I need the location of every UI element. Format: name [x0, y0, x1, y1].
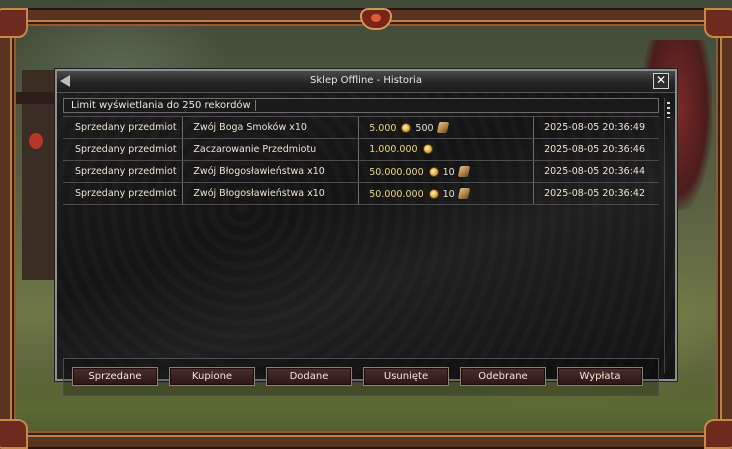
row-date: 2025-08-05 20:36:44 [533, 160, 659, 183]
yang-amount: 50.000.000 [369, 188, 424, 200]
yang-coin-icon [428, 188, 439, 199]
close-icon: ✕ [655, 73, 667, 87]
tab-added-button[interactable]: Dodane [266, 367, 352, 386]
yang-amount: 50.000.000 [369, 166, 424, 178]
yang-amount: 1.000.000 [369, 144, 418, 155]
row-price: 50.000.000 10 [358, 160, 534, 183]
row-type: Sprzedany przedmiot [63, 116, 183, 139]
won-scroll-icon [436, 121, 449, 133]
won-amount: 10 [442, 166, 455, 178]
row-date: 2025-08-05 20:36:46 [533, 138, 659, 161]
yang-coin-icon [401, 122, 412, 133]
history-table: Sprzedany przedmiot Zwój Boga Smoków x10… [63, 116, 659, 205]
table-row[interactable]: Sprzedany przedmiot Zwój Boga Smoków x10… [63, 116, 659, 139]
frame-corner-ornament [0, 8, 28, 38]
won-amount: 10 [442, 188, 455, 200]
limit-label: Limit wyświetlania do 250 rekordów [71, 100, 256, 111]
tab-sold-button[interactable]: Sprzedane [72, 367, 158, 386]
frame-corner-ornament [704, 8, 732, 38]
won-scroll-icon [457, 187, 470, 199]
frame-corner-ornament [0, 419, 28, 449]
row-item: Zaczarowanie Przedmiotu [182, 138, 359, 161]
row-item: Zwój Boga Smoków x10 [182, 116, 359, 139]
row-date: 2025-08-05 20:36:42 [533, 182, 659, 205]
row-type: Sprzedany przedmiot [63, 160, 183, 183]
tab-withdrawal-button[interactable]: Wypłata [557, 367, 643, 386]
yang-coin-icon [428, 166, 439, 177]
close-button[interactable]: ✕ [653, 73, 669, 89]
window-title: Sklep Offline - Historia [310, 75, 422, 86]
row-price: 1.000.000 [358, 138, 534, 161]
row-price: 5.000 500 [358, 116, 534, 139]
row-type: Sprzedany przedmiot [63, 182, 183, 205]
scrollbar-grip-icon[interactable] [667, 102, 670, 118]
row-price: 50.000.000 10 [358, 182, 534, 205]
row-item: Zwój Błogosławieństwa x10 [182, 160, 359, 183]
won-amount: 500 [415, 122, 434, 134]
frame-corner-ornament [704, 419, 732, 449]
yang-coin-icon [422, 144, 433, 154]
tab-bought-button[interactable]: Kupione [169, 367, 255, 386]
table-row[interactable]: Sprzedany przedmiot Zwój Błogosławieństw… [63, 182, 659, 205]
row-type: Sprzedany przedmiot [63, 138, 183, 161]
limit-bar: Limit wyświetlania do 250 rekordów [63, 98, 659, 113]
won-scroll-icon [457, 165, 470, 177]
scrollbar[interactable] [664, 98, 673, 373]
table-row[interactable]: Sprzedany przedmiot Zaczarowanie Przedmi… [63, 138, 659, 161]
row-item: Zwój Błogosławieństwa x10 [182, 182, 359, 205]
tab-removed-button[interactable]: Usunięte [363, 367, 449, 386]
tab-bar: Sprzedane Kupione Dodane Usunięte Odebra… [63, 358, 659, 396]
window-titlebar[interactable]: Sklep Offline - Historia ✕ [57, 71, 675, 93]
window-body: Limit wyświetlania do 250 rekordów Sprze… [57, 93, 675, 396]
tab-collected-button[interactable]: Odebrane [460, 367, 546, 386]
offline-shop-history-window: Sklep Offline - Historia ✕ Limit wyświet… [55, 69, 677, 396]
yang-amount: 5.000 [369, 122, 397, 134]
table-row[interactable]: Sprzedany przedmiot Zwój Błogosławieństw… [63, 160, 659, 183]
row-date: 2025-08-05 20:36:49 [533, 116, 659, 139]
